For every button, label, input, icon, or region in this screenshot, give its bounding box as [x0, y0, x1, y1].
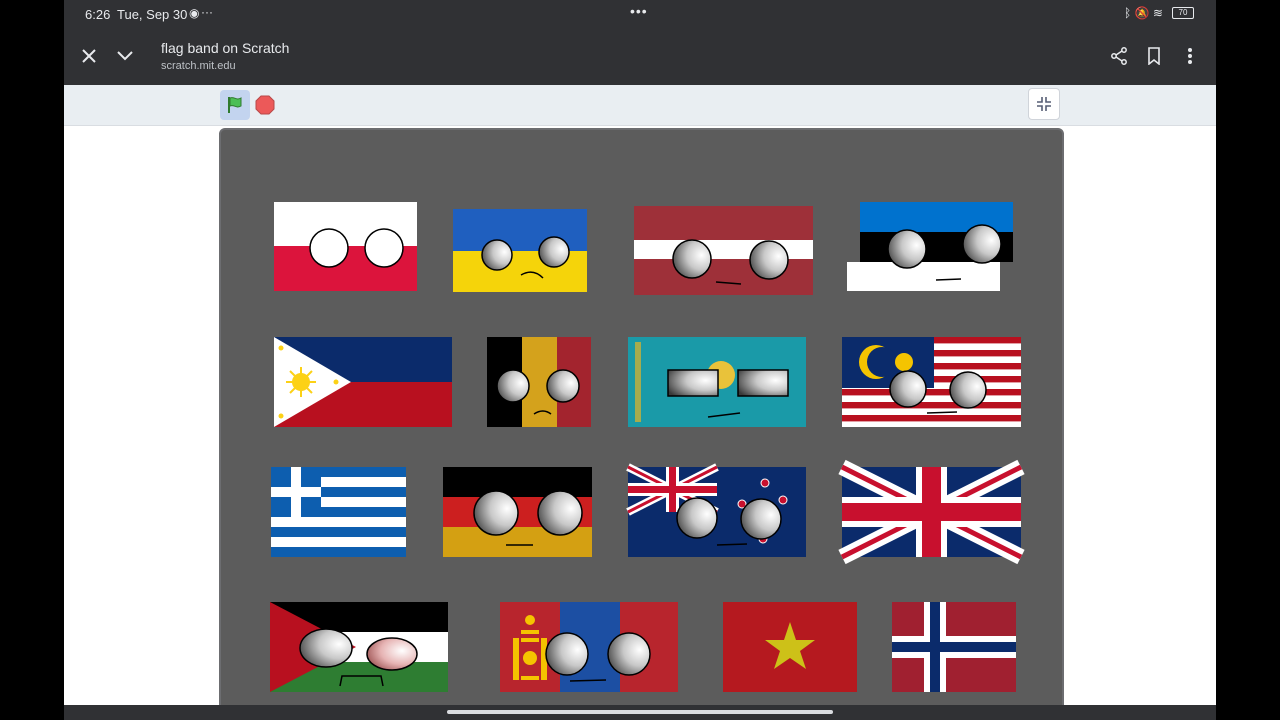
flag-united-kingdom	[838, 459, 1025, 565]
chevron-down-icon[interactable]	[109, 40, 141, 72]
page-title: flag band on Scratch	[161, 40, 290, 56]
flag-greece	[271, 467, 406, 557]
status-icons: ᛒ 🔕 ≋	[1124, 6, 1163, 20]
center-dots: •••	[630, 3, 648, 19]
status-date: Tue, Sep 30	[117, 7, 188, 22]
bookmark-icon[interactable]	[1138, 40, 1170, 72]
flag-new-zealand	[626, 463, 806, 557]
stop-icon	[255, 95, 275, 115]
bluetooth-icon: ᛒ	[1124, 6, 1132, 20]
flag-philippines	[274, 337, 452, 427]
flag-poland	[274, 202, 417, 291]
stop-button[interactable]	[255, 95, 275, 115]
flag-latvia	[634, 206, 813, 295]
stage-canvas[interactable]	[221, 130, 1062, 720]
scratch-stage[interactable]	[219, 128, 1064, 720]
flag-estonia	[847, 202, 1013, 291]
flag-vietnam	[723, 602, 857, 692]
flag-mongolia	[500, 602, 678, 692]
more-notifications: ···	[201, 5, 213, 19]
browser-screen: 6:26 Tue, Sep 30 ◉ ··· ••• ᛒ 🔕 ≋ 70 flag…	[64, 0, 1216, 720]
green-flag-button[interactable]	[220, 90, 250, 120]
more-vertical-icon[interactable]	[1174, 40, 1206, 72]
wifi-icon: ≋	[1152, 6, 1163, 20]
exit-fullscreen-button[interactable]	[1028, 88, 1060, 120]
battery-icon: 70	[1172, 7, 1194, 19]
page-url: scratch.mit.edu	[161, 60, 236, 72]
flag-kazakhstan	[628, 337, 806, 427]
status-time: 6:26	[85, 7, 111, 22]
flag-germany	[443, 467, 592, 557]
gesture-nav-bar	[64, 705, 1216, 720]
close-icon[interactable]	[73, 40, 105, 72]
scratch-controls-bar	[64, 85, 1216, 126]
browser-toolbar: flag band on Scratch scratch.mit.edu	[64, 28, 1216, 85]
flag-norway	[892, 602, 1016, 692]
dnd-off-icon: 🔕	[1134, 6, 1150, 20]
status-bar: 6:26 Tue, Sep 30 ◉ ··· ••• ᛒ 🔕 ≋ 70	[64, 0, 1216, 28]
flag-ukraine	[453, 209, 587, 292]
messenger-icon: ◉	[189, 6, 200, 20]
green-flag-icon	[228, 97, 242, 113]
flag-palestine	[270, 602, 448, 692]
exit-fullscreen-icon	[1037, 97, 1051, 111]
flag-malaysia	[842, 337, 1021, 427]
flag-belgium	[487, 337, 591, 427]
gesture-handle[interactable]	[447, 710, 833, 714]
share-icon[interactable]	[1103, 40, 1135, 72]
